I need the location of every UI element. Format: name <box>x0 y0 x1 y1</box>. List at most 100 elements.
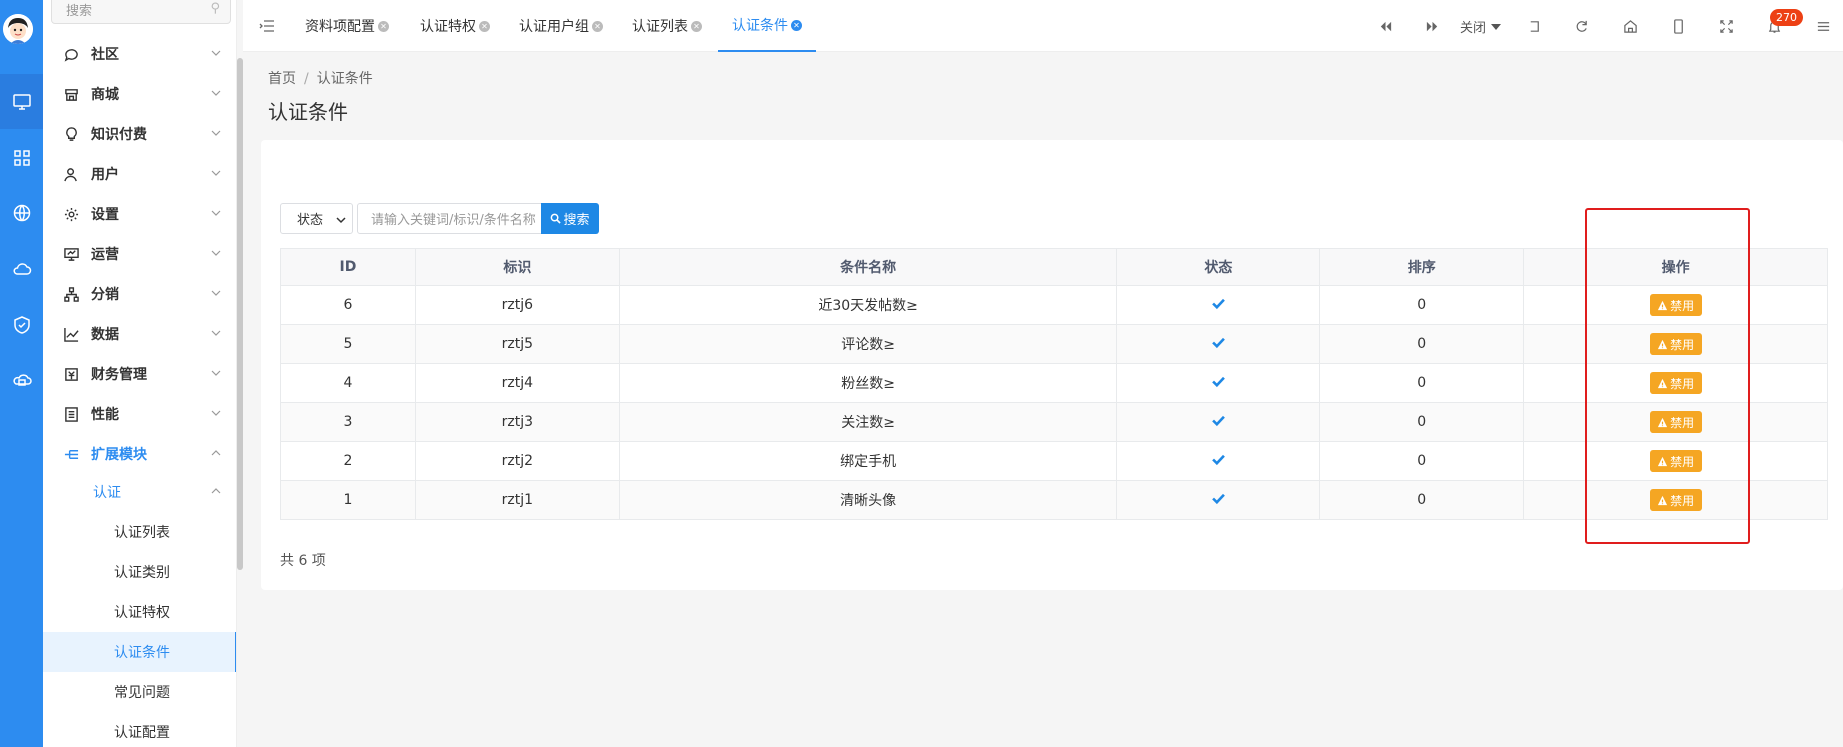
close-icon[interactable]: ✕ <box>691 20 702 32</box>
tab-profile-config[interactable]: 资料项配置 ✕ <box>305 0 389 52</box>
column-header-status[interactable]: 状态 <box>1116 248 1321 286</box>
rail-grid-icon[interactable] <box>0 130 43 185</box>
sidebar-item-users[interactable]: 用户 <box>43 154 236 194</box>
tab-label: 认证用户组 <box>519 19 589 35</box>
chevron-down-icon <box>211 210 221 216</box>
refresh-icon[interactable] <box>1573 18 1589 34</box>
column-header-tag[interactable]: 标识 <box>414 248 620 286</box>
breadcrumb-home[interactable]: 首页 <box>268 71 296 87</box>
tab-auth-user-group[interactable]: 认证用户组 ✕ <box>519 0 603 52</box>
rail-cloud-icon[interactable] <box>0 241 43 296</box>
cell-tag: rztj2 <box>414 441 620 481</box>
cell-sort: 0 <box>1319 324 1525 364</box>
avatar[interactable] <box>3 14 33 44</box>
cell-id: 6 <box>280 285 416 325</box>
page-title: 认证条件 <box>268 100 348 124</box>
chevron-up-icon <box>211 488 221 494</box>
sidebar-item-extensions[interactable]: 扩展模块 <box>43 434 236 474</box>
sidebar-item-community[interactable]: 社区 <box>43 34 236 74</box>
sidebar-item-operations[interactable]: 运营 <box>43 234 236 274</box>
breadcrumb-current: 认证条件 <box>316 71 373 87</box>
rail-monitor-icon[interactable] <box>0 74 43 129</box>
cell-sort: 0 <box>1319 285 1525 325</box>
menu-collapse-icon[interactable] <box>259 18 275 34</box>
sidebar-item-label: 设置 <box>91 207 119 223</box>
scroll-right-icon[interactable] <box>1424 18 1440 34</box>
home-icon[interactable] <box>1622 18 1638 34</box>
close-tabs-dropdown[interactable]: 关闭 <box>1460 17 1502 36</box>
sidebar-leaf-auth-config[interactable]: 认证配置 <box>43 712 236 747</box>
sidebar-leaf-faq[interactable]: 常见问题 <box>43 672 236 712</box>
sidebar-leaf-label: 认证类别 <box>114 565 170 581</box>
column-header-sort[interactable]: 排序 <box>1319 248 1525 286</box>
hamburger-menu-icon[interactable] <box>1815 18 1831 34</box>
cell-status <box>1116 480 1321 520</box>
sidebar-search-input[interactable]: 搜索 ⚲ <box>51 0 231 24</box>
sidebar-item-finance[interactable]: 财务管理 <box>43 354 236 394</box>
tab-bar: 资料项配置 ✕ 认证特权 ✕ 认证用户组 ✕ 认证列表 ✕ 认证条件 ✕ 关闭 270 <box>243 0 1843 52</box>
monitor-icon <box>63 246 79 262</box>
search-button-label: 搜索 <box>563 213 590 228</box>
tab-auth-condition[interactable]: 认证条件 ✕ <box>718 0 816 52</box>
cell-status <box>1116 363 1321 403</box>
sidebar-item-label: 分销 <box>91 287 119 303</box>
tab-auth-list[interactable]: 认证列表 ✕ <box>632 0 702 52</box>
cell-name: 粉丝数≥ <box>618 363 1118 403</box>
sidebar-leaf-label: 认证配置 <box>114 725 170 741</box>
sidebar-submenu-auth[interactable]: 认证 <box>43 472 236 512</box>
cell-sort: 0 <box>1319 402 1525 442</box>
cell-name: 近30天发帖数≥ <box>618 285 1118 325</box>
close-icon[interactable]: ✕ <box>592 20 603 32</box>
close-icon[interactable]: ✕ <box>791 19 802 31</box>
fullscreen-icon[interactable] <box>1718 18 1734 34</box>
close-icon[interactable]: ✕ <box>378 20 389 32</box>
cell-status <box>1116 285 1321 325</box>
tab-auth-privilege[interactable]: 认证特权 ✕ <box>420 0 490 52</box>
checkmark-icon <box>1212 454 1225 465</box>
sidebar-item-store[interactable]: 商城 <box>43 74 236 114</box>
notification-badge: 270 <box>1770 9 1803 26</box>
chevron-down-icon <box>211 410 221 416</box>
cell-name: 清晰头像 <box>618 480 1118 520</box>
tab-label: 认证条件 <box>732 18 788 34</box>
sidebar-item-settings[interactable]: 设置 <box>43 194 236 234</box>
sidebar-leaf-auth-condition[interactable]: 认证条件 <box>43 632 236 672</box>
sidebar-submenu-label: 认证 <box>93 485 121 501</box>
cell-id: 1 <box>280 480 416 520</box>
sidebar-leaf-auth-list[interactable]: 认证列表 <box>43 512 236 552</box>
rail-cloud-service-icon[interactable] <box>0 352 43 407</box>
column-header-id[interactable]: ID <box>280 248 416 286</box>
tab-label: 认证特权 <box>420 19 476 35</box>
caret-down-icon <box>1491 23 1502 30</box>
cell-tag: rztj3 <box>414 402 620 442</box>
sidebar-item-distribution[interactable]: 分销 <box>43 274 236 314</box>
sidebar-leaf-auth-category[interactable]: 认证类别 <box>43 552 236 592</box>
search-button[interactable]: 搜索 <box>541 203 599 234</box>
rail-shield-icon[interactable] <box>0 297 43 352</box>
cell-status <box>1116 324 1321 364</box>
mobile-icon[interactable] <box>1670 18 1686 34</box>
sidebar-item-data[interactable]: 数据 <box>43 314 236 354</box>
cell-tag: rztj4 <box>414 363 620 403</box>
scroll-left-icon[interactable] <box>1377 18 1393 34</box>
sidebar-item-knowledge[interactable]: 知识付费 <box>43 114 236 154</box>
sidebar-item-label: 扩展模块 <box>91 447 147 463</box>
chevron-down-icon <box>336 217 346 224</box>
column-header-name[interactable]: 条件名称 <box>618 248 1118 286</box>
status-filter-select[interactable]: 状态 <box>280 203 353 234</box>
breadcrumb-separator: / <box>304 71 309 87</box>
exit-icon[interactable] <box>1526 18 1542 34</box>
sidebar-scrollbar[interactable] <box>237 58 243 570</box>
sidebar-item-label: 商城 <box>91 87 119 103</box>
sidebar-leaf-label: 认证条件 <box>114 645 170 661</box>
close-icon[interactable]: ✕ <box>479 20 490 32</box>
checkmark-icon <box>1212 415 1225 426</box>
cell-tag: rztj5 <box>414 324 620 364</box>
rail-globe-icon[interactable] <box>0 185 43 240</box>
sidebar-leaf-auth-privilege[interactable]: 认证特权 <box>43 592 236 632</box>
search-icon: ⚲ <box>210 1 220 16</box>
sidebar-item-performance[interactable]: 性能 <box>43 394 236 434</box>
keyword-search-input[interactable]: 请输入关键词/标识/条件名称 <box>357 203 542 234</box>
table-total-count: 共 6 项 <box>280 553 326 569</box>
tab-label: 资料项配置 <box>305 19 375 35</box>
